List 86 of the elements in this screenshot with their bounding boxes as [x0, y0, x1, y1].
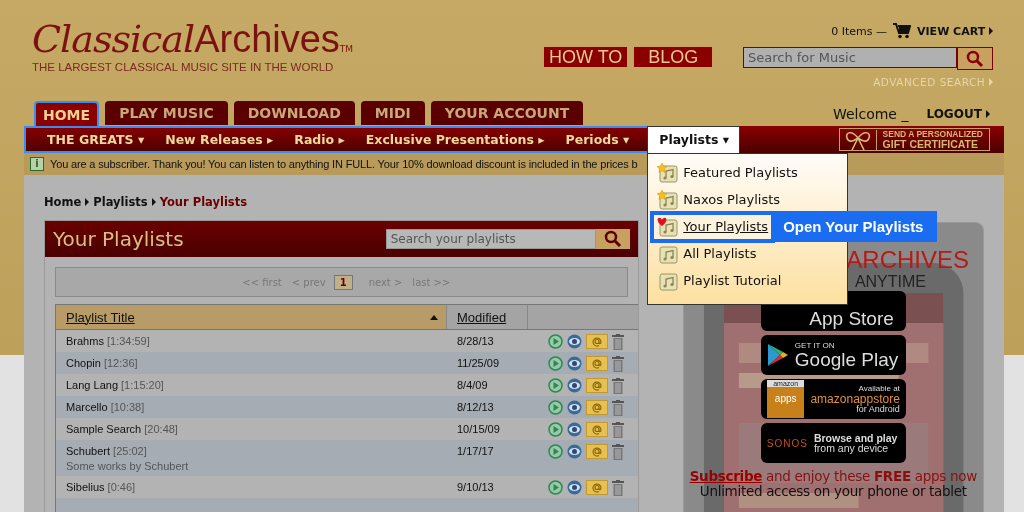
column-header[interactable]: Playlist Title: [56, 305, 446, 329]
email-icon[interactable]: [586, 378, 608, 393]
main-tab[interactable]: PLAY MUSIC: [105, 101, 228, 125]
logout-link[interactable]: LOGOUT: [926, 107, 990, 121]
trash-icon[interactable]: [612, 378, 624, 394]
trash-icon[interactable]: [612, 334, 624, 350]
dropdown-item[interactable]: All Playlists: [654, 241, 760, 266]
info-icon: i: [30, 157, 44, 171]
site-tagline: THE LARGEST CLASSICAL MUSIC SITE IN THE WORLD: [32, 61, 334, 73]
email-icon[interactable]: [586, 480, 608, 495]
trash-icon[interactable]: [612, 480, 624, 496]
breadcrumb-link[interactable]: Your Playlists: [159, 195, 248, 209]
eye-icon[interactable]: [567, 334, 582, 349]
dropdown-item[interactable]: Playlist Tutorial: [654, 268, 785, 293]
search-button[interactable]: [595, 229, 630, 249]
search-button[interactable]: [957, 47, 993, 70]
playlist-title-cell[interactable]: Brahms [1:34:59]: [56, 330, 446, 352]
nav-menu-item[interactable]: THE GREATS ▾: [37, 126, 155, 153]
panel-title: Your Playlists: [53, 227, 184, 251]
nav-menu-item[interactable]: Exclusive Presentations ▸: [354, 126, 555, 153]
nav-menu-item[interactable]: Periods ▾: [554, 126, 640, 153]
eye-icon[interactable]: [567, 422, 582, 437]
modified-cell-text: 1/17/17: [456, 444, 495, 459]
main-tab[interactable]: YOUR ACCOUNT: [430, 101, 584, 125]
trash-icon[interactable]: [612, 444, 624, 460]
promo-title: ARCHIVES: [846, 247, 969, 273]
playlist-title-cell[interactable]: Lang Lang [1:15:20]: [56, 374, 446, 396]
header-link[interactable]: BLOG: [633, 46, 714, 68]
offer-text: Subscribe and enjoy these FREE apps now: [689, 468, 977, 484]
search-icon: [603, 230, 622, 248]
dropdown-item[interactable]: Naxos Playlists: [654, 187, 784, 212]
main-tab[interactable]: HOME: [34, 101, 100, 127]
breadcrumb-link[interactable]: Home: [44, 195, 82, 209]
promo-subtitle: ANYTIME: [854, 273, 926, 291]
site-logo[interactable]: ClassicalArchivesTM: [32, 20, 354, 58]
email-icon[interactable]: [586, 356, 608, 371]
email-icon[interactable]: [586, 334, 608, 349]
heart-playlist-icon: [657, 216, 680, 237]
trash-icon[interactable]: [612, 422, 624, 438]
header-link[interactable]: HOW TO: [543, 46, 629, 68]
modified-cell-text: 8/28/13: [456, 334, 495, 349]
email-icon[interactable]: [586, 400, 608, 415]
column-header[interactable]: Modified: [446, 305, 527, 329]
main-tab[interactable]: DOWNLOAD: [233, 101, 355, 125]
playlist-icon: [657, 243, 680, 264]
modified-cell-text: 10/15/09: [456, 422, 501, 437]
modified-cell-text: 8/12/13: [456, 400, 495, 415]
dropdown-item[interactable]: Featured Playlists: [654, 160, 801, 185]
access-text: Unlimited access on your phone or tablet: [699, 484, 967, 499]
cart-icon[interactable]: [893, 23, 911, 39]
view-cart-link[interactable]: VIEW CART: [917, 24, 993, 38]
modified-cell-text: 8/4/09: [456, 378, 489, 393]
trash-icon[interactable]: [612, 400, 624, 416]
playlist-search-field[interactable]: Search your playlists: [385, 229, 596, 249]
eye-icon[interactable]: [567, 444, 582, 459]
welcome-text: Welcome _: [832, 106, 909, 122]
cart-count: 0 Items —: [831, 24, 887, 38]
modified-cell-text: 9/10/13: [456, 480, 495, 495]
trash-icon[interactable]: [612, 356, 624, 372]
modified-cell-text: 11/25/09: [456, 356, 500, 371]
nav-menu-item[interactable]: Playlists ▾: [647, 126, 740, 153]
eye-icon[interactable]: [567, 480, 582, 495]
play-store-icon: [766, 343, 789, 367]
nav-menu-item[interactable]: New Releases ▸: [154, 126, 284, 153]
email-icon[interactable]: [586, 422, 608, 437]
eye-icon[interactable]: [567, 378, 582, 393]
main-tab[interactable]: MIDI: [360, 101, 425, 125]
subscriber-notice: You are a subscriber. Thank you! You can listen to anything IN FULL. Your 10% download discount is included in the prices b: [50, 158, 638, 170]
email-icon[interactable]: [586, 444, 608, 459]
playlist-title-cell[interactable]: Marcello [10:38]: [56, 396, 446, 418]
playlist-icon: [657, 270, 680, 291]
app-store-badge[interactable]: GET IT ON Google Play: [760, 335, 906, 375]
search-field[interactable]: Search for Music: [743, 47, 957, 68]
current-page[interactable]: 1: [333, 274, 353, 290]
eye-icon[interactable]: [567, 400, 582, 415]
nav-menu-item[interactable]: Radio ▸: [283, 126, 355, 153]
star-playlist-icon: [657, 162, 680, 183]
star-playlist-icon: [657, 189, 680, 210]
breadcrumb-link[interactable]: Playlists: [93, 195, 148, 209]
eye-icon[interactable]: [567, 356, 582, 371]
playlist-title-cell[interactable]: Sample Search [20:48]: [56, 418, 446, 440]
playlist-title-cell[interactable]: Chopin [12:36]: [56, 352, 446, 374]
playlist-title-cell[interactable]: Schubert [25:02] Some works by Schubert: [56, 440, 446, 476]
search-icon: [966, 49, 984, 68]
playlist-title-cell[interactable]: Sibelius [0:46]: [56, 476, 446, 498]
gift-certificate-banner[interactable]: SEND A PERSONALIZED GIFT CERTIFICATE: [838, 128, 990, 151]
